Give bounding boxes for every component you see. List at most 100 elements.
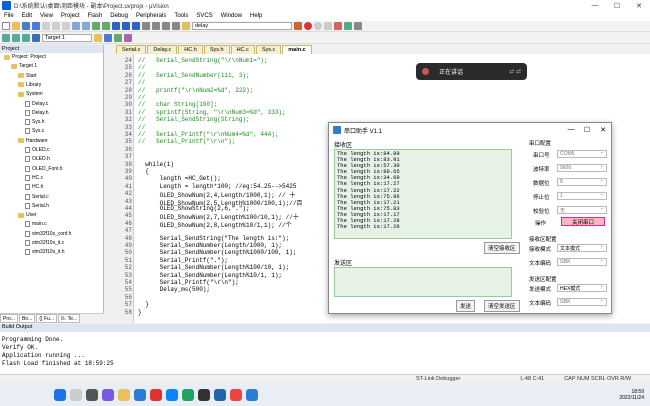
target-select[interactable]: Target 1 (42, 34, 92, 42)
pack-installer-icon[interactable] (124, 34, 132, 42)
tree-node[interactable]: OLED.h (25, 156, 50, 163)
windows-icon[interactable] (344, 22, 352, 30)
search-combo[interactable]: delay (192, 22, 292, 30)
breakpoint-icon[interactable] (314, 22, 322, 30)
tab-sys-c[interactable]: Sys.c (255, 45, 282, 54)
tree-node[interactable]: System (18, 91, 43, 97)
databits-select[interactable]: 8 (557, 177, 607, 186)
save-all-icon[interactable] (32, 22, 40, 30)
close-button[interactable]: ✕ (628, 2, 650, 10)
tree-node[interactable]: stm32f10x_it.h (25, 249, 65, 256)
word-icon[interactable] (134, 388, 146, 401)
tab-hc-c[interactable]: HC.c (230, 45, 255, 54)
redo-icon[interactable] (82, 22, 90, 30)
rx-encoding-select[interactable]: GBK (557, 257, 607, 266)
open-folder-icon[interactable] (12, 22, 20, 30)
terminal-icon[interactable] (198, 388, 210, 401)
tree-node[interactable]: Library (18, 82, 41, 88)
bookmark-icon[interactable] (112, 22, 120, 30)
bookmark-prev-icon[interactable] (122, 22, 130, 30)
tree-node[interactable]: Sys.h (25, 119, 45, 126)
dialog-minimize-button[interactable]: — (563, 126, 579, 134)
toast-actions-icon[interactable]: ⇄ ⇄ (509, 68, 521, 75)
edge-icon[interactable] (166, 388, 178, 401)
tab-templates[interactable]: 0↓ Te... (57, 314, 81, 323)
tree-node[interactable]: Hardware (18, 138, 48, 144)
tree-node[interactable]: Project: Project (4, 54, 46, 60)
menu-flash[interactable]: Flash (84, 13, 107, 19)
rx-textarea[interactable]: The length is:84.89 The length is:83.91 Th… (334, 149, 512, 239)
media-icon[interactable] (230, 388, 242, 401)
menu-file[interactable]: File (0, 13, 18, 19)
undo-icon[interactable] (72, 22, 80, 30)
new-file-icon[interactable] (2, 22, 10, 30)
find-in-files-icon[interactable] (182, 22, 190, 30)
download-icon[interactable] (32, 34, 40, 42)
port-select[interactable]: COM5 (557, 149, 607, 158)
close-port-button[interactable]: 关闭串口 (561, 217, 605, 226)
dialog-close-button[interactable]: ✕ (595, 126, 611, 134)
menu-svcs[interactable]: SVCS (192, 13, 216, 19)
menu-help[interactable]: Help (246, 13, 266, 19)
minimize-button[interactable]: — (584, 2, 606, 10)
tree-node[interactable]: OLED_Font.h (25, 165, 63, 172)
compile-icon[interactable] (2, 34, 10, 42)
menu-peripherals[interactable]: Peripherals (132, 13, 170, 19)
find-icon[interactable] (294, 22, 302, 30)
tree-node[interactable]: main.c (25, 221, 47, 228)
uncomment-icon[interactable] (172, 22, 180, 30)
manage-components-icon[interactable] (114, 34, 122, 42)
debug-start-icon[interactable] (304, 22, 312, 30)
menu-edit[interactable]: Edit (18, 13, 36, 19)
tx-encoding-select[interactable]: GBK (557, 297, 607, 306)
indent-icon[interactable] (142, 22, 150, 30)
target-options-icon[interactable] (94, 34, 102, 42)
tab-project[interactable]: Pro... (0, 314, 18, 323)
menu-window[interactable]: Window (217, 13, 246, 19)
tab-serial-c[interactable]: Serial.c (116, 45, 147, 54)
nav-back-icon[interactable] (92, 22, 100, 30)
serial-tool-icon[interactable] (246, 388, 258, 401)
clock[interactable]: 18:59 2022/11/24 (619, 389, 644, 401)
menu-view[interactable]: View (36, 13, 57, 19)
keil-icon[interactable] (214, 388, 226, 401)
maximize-button[interactable]: ☐ (606, 2, 628, 10)
dialog-maximize-button[interactable]: ☐ (579, 126, 595, 134)
clear-tx-button[interactable]: 清空发送区 (484, 300, 520, 312)
breakpoint-kill-icon[interactable] (334, 22, 342, 30)
tree-node[interactable]: HC.c (25, 174, 43, 181)
tree-node[interactable]: Start (18, 73, 37, 79)
tab-main-c[interactable]: main.c (282, 45, 312, 54)
file-extensions-icon[interactable] (104, 34, 112, 42)
baud-select[interactable]: 9600 (557, 163, 607, 172)
tab-functions[interactable]: {} Fu... (36, 314, 57, 323)
bookmark-next-icon[interactable] (132, 22, 140, 30)
task-view-icon[interactable] (86, 388, 98, 401)
parity-select[interactable]: 无 (557, 205, 607, 214)
menu-tools[interactable]: Tools (170, 13, 192, 19)
tx-textarea[interactable] (334, 267, 512, 297)
tab-sys-h[interactable]: Sys.h (203, 45, 230, 54)
tx-mode-select[interactable]: HEX模式 (557, 283, 607, 292)
tree-node[interactable]: Serial.c (25, 193, 49, 200)
cut-icon[interactable] (42, 22, 50, 30)
tree-node[interactable]: Delay.c (25, 100, 48, 107)
explorer-icon[interactable] (118, 388, 130, 401)
comment-icon[interactable] (162, 22, 170, 30)
tree-node[interactable]: HC.h (25, 184, 43, 191)
nav-forward-icon[interactable] (102, 22, 110, 30)
tree-node[interactable]: Sys.c (25, 128, 44, 135)
tree-node[interactable]: stm32f10x_conf.h (25, 230, 71, 237)
tree-node[interactable]: OLED.c (25, 147, 50, 153)
unindent-icon[interactable] (152, 22, 160, 30)
wechat-icon[interactable] (182, 388, 194, 401)
search-icon[interactable] (70, 388, 82, 401)
breakpoint-disable-icon[interactable] (324, 22, 332, 30)
rx-mode-select[interactable]: 文本模式 (557, 243, 607, 252)
tree-node[interactable]: User (18, 212, 37, 218)
send-button[interactable]: 发送 (456, 300, 476, 312)
clear-rx-button[interactable]: 清空接收区 (484, 242, 520, 254)
stopbits-select[interactable]: 1 (557, 191, 607, 200)
config-icon[interactable] (354, 22, 362, 30)
tree-node[interactable]: Delay.h (25, 109, 49, 116)
